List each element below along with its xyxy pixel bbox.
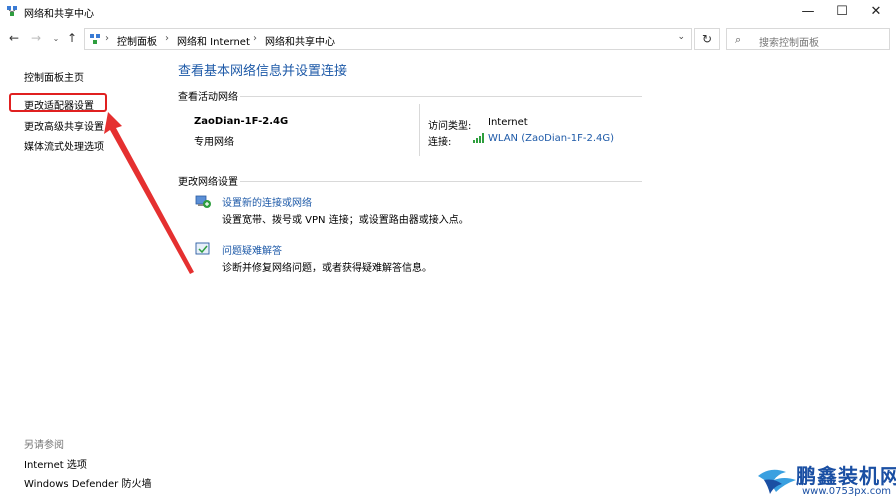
watermark: 鹏鑫装机网 www.0753px.com <box>756 456 896 504</box>
watermark-url: www.0753px.com <box>802 486 892 497</box>
watermark-title: 鹏鑫装机网 <box>796 464 896 488</box>
annotation-arrow <box>104 112 194 274</box>
